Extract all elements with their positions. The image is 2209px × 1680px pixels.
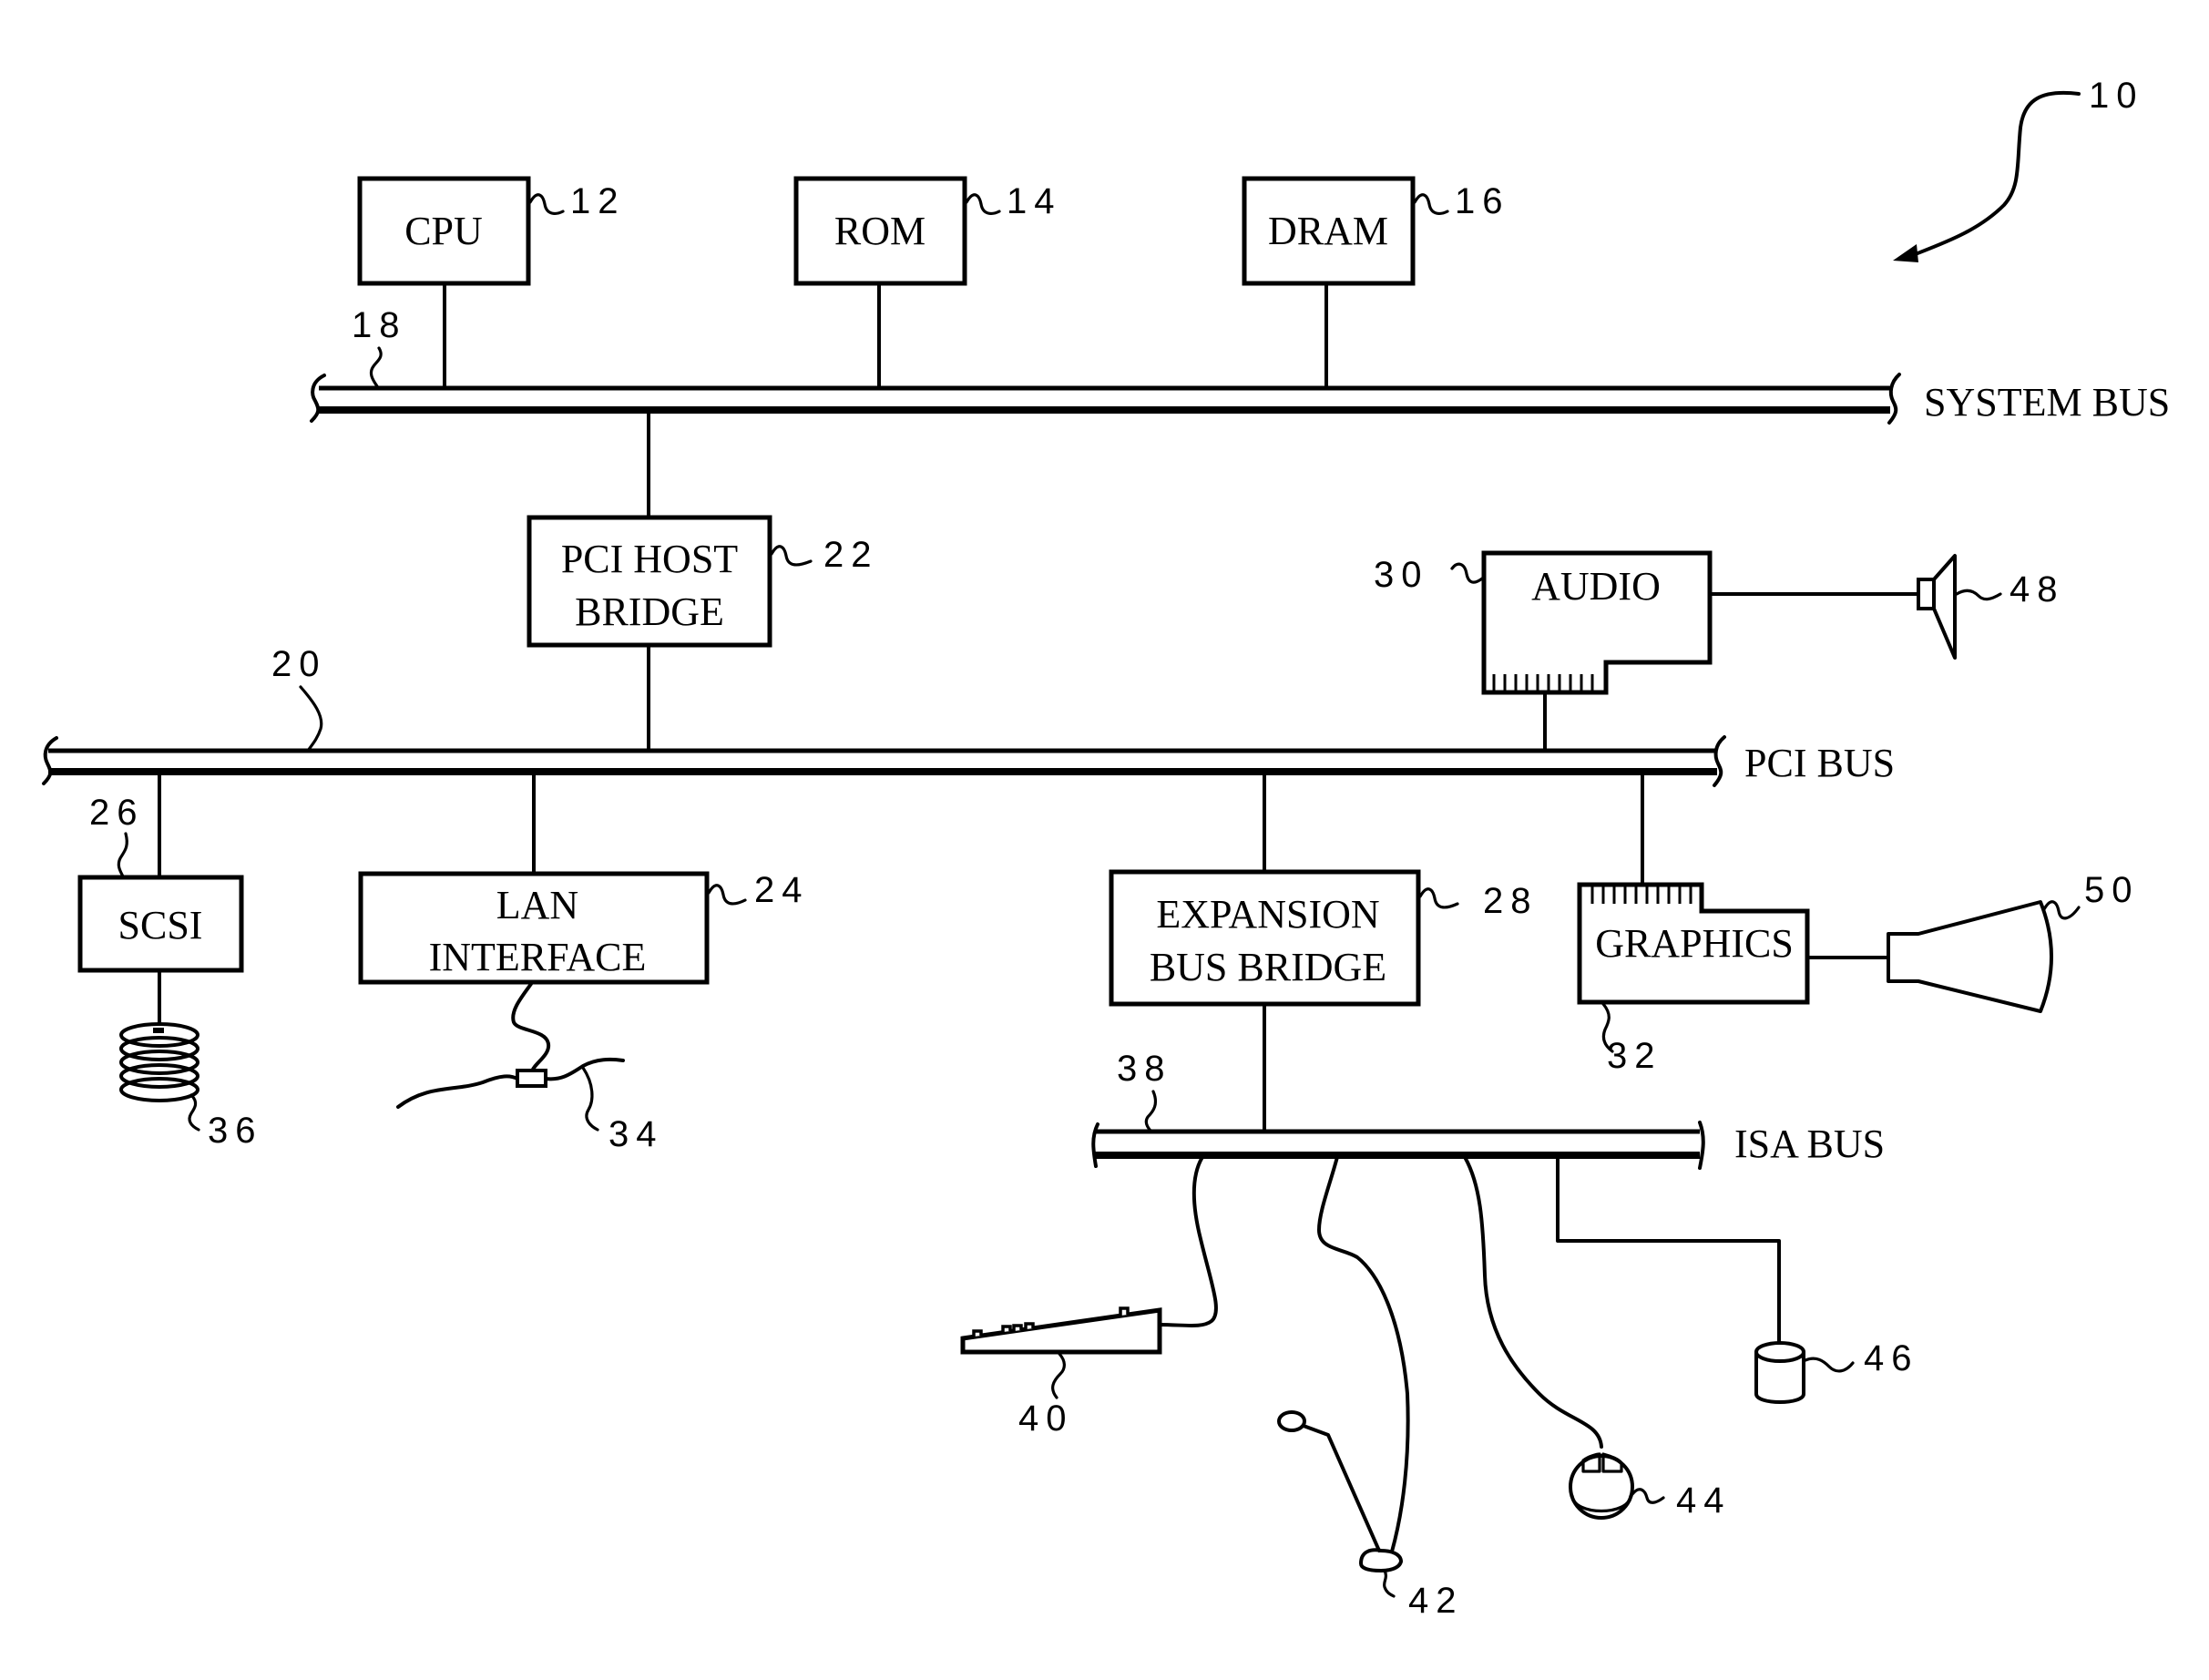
expansion-bus-bridge-label-line1: EXPANSION [1156, 892, 1379, 937]
pci-bus: PCI BUS 20 [42, 644, 1895, 787]
lan-interface-label-line1: LAN [496, 883, 578, 927]
audio-label: AUDIO [1531, 564, 1661, 609]
ref-32: 32 [1607, 1036, 1662, 1076]
ref-48: 48 [2010, 569, 2065, 610]
rom-label: ROM [834, 209, 926, 253]
isa-bus-label: ISA BUS [1734, 1122, 1885, 1166]
ref-10: 10 [2089, 76, 2144, 116]
pci-host-bridge-label-line2: BRIDGE [575, 589, 724, 634]
scsi-label: SCSI [118, 903, 203, 948]
graphics-block: GRAPHICS 32 [1577, 770, 1810, 1076]
expansion-bus-bridge-block: EXPANSION BUS BRIDGE 28 [1109, 770, 1539, 1133]
system-bus-label: SYSTEM BUS [1924, 380, 2170, 425]
scsi-block: SCSI 26 [77, 770, 244, 1030]
network-tap-icon [516, 1069, 547, 1088]
ref-26: 26 [89, 793, 145, 833]
rom-block: ROM 14 [793, 176, 1062, 390]
keyboard-device: 40 [960, 1155, 1218, 1439]
ref-16: 16 [1455, 181, 1510, 221]
ref-50: 50 [2084, 870, 2140, 910]
mouse-device: 44 [1463, 1155, 1732, 1521]
ref-24: 24 [754, 870, 810, 910]
bus-break-right-icon [1887, 373, 1901, 425]
joystick-base-icon [1359, 1548, 1403, 1572]
monitor-device: 50 [1805, 870, 2140, 1013]
isa-bus: ISA BUS 38 [1091, 1049, 1885, 1170]
ref-20: 20 [271, 644, 327, 684]
ref-42: 42 [1408, 1581, 1464, 1621]
ref-36: 36 [208, 1111, 263, 1151]
bus-break-right-icon [1713, 735, 1726, 787]
disk-stack-device: 36 [119, 1022, 263, 1151]
lan-interface-block: LAN INTERFACE 24 [358, 770, 810, 985]
speaker-icon [1917, 578, 1936, 610]
pci-host-bridge-block: PCI HOST BRIDGE 22 [527, 408, 879, 753]
ref-44: 44 [1676, 1480, 1732, 1521]
monitor-icon [1887, 900, 2053, 1013]
bus-break-right-icon [1698, 1121, 1705, 1170]
dram-label: DRAM [1268, 209, 1388, 253]
dram-block: DRAM 16 [1242, 176, 1510, 390]
bus-break-left-icon [310, 374, 326, 423]
ref-28: 28 [1483, 881, 1539, 921]
graphics-label: GRAPHICS [1595, 921, 1794, 966]
cpu-block: CPU 12 [357, 176, 626, 390]
network-device: 34 [396, 982, 664, 1154]
ref-18: 18 [352, 305, 407, 345]
lan-interface-label-line2: INTERFACE [429, 935, 647, 979]
arrowhead-icon [1893, 244, 1918, 262]
disk-drive-device: 46 [1556, 1153, 1919, 1404]
joystick-knob-icon [1277, 1410, 1306, 1432]
ref-22: 22 [823, 535, 879, 575]
keyboard-icon [960, 1307, 1162, 1355]
ref-12: 12 [570, 181, 626, 221]
ref-46: 46 [1864, 1338, 1919, 1378]
cpu-label: CPU [404, 209, 483, 253]
ref-34: 34 [608, 1114, 664, 1154]
ref-38: 38 [1117, 1049, 1172, 1089]
system-reference-arrow: 10 [1893, 76, 2144, 262]
mouse-icon [1569, 1454, 1634, 1520]
ref-40: 40 [1018, 1398, 1074, 1439]
joystick-device: 42 [1277, 1155, 1464, 1621]
audio-block: AUDIO 30 [1374, 550, 1713, 753]
computer-system-block-diagram: 10 SYSTEM BUS 18 CPU 12 ROM 14 DRAM 16 P… [42, 76, 2170, 1621]
bus-break-left-icon [42, 736, 58, 785]
expansion-bus-bridge-label-line2: BUS BRIDGE [1150, 945, 1386, 989]
speaker-device: 48 [1708, 554, 2065, 660]
pci-host-bridge-label-line1: PCI HOST [561, 537, 738, 581]
ref-30: 30 [1374, 555, 1429, 595]
pci-bus-label: PCI BUS [1744, 741, 1895, 785]
system-bus: SYSTEM BUS 18 [310, 305, 2170, 425]
bus-break-left-icon [1091, 1122, 1099, 1168]
ref-14: 14 [1007, 181, 1062, 221]
